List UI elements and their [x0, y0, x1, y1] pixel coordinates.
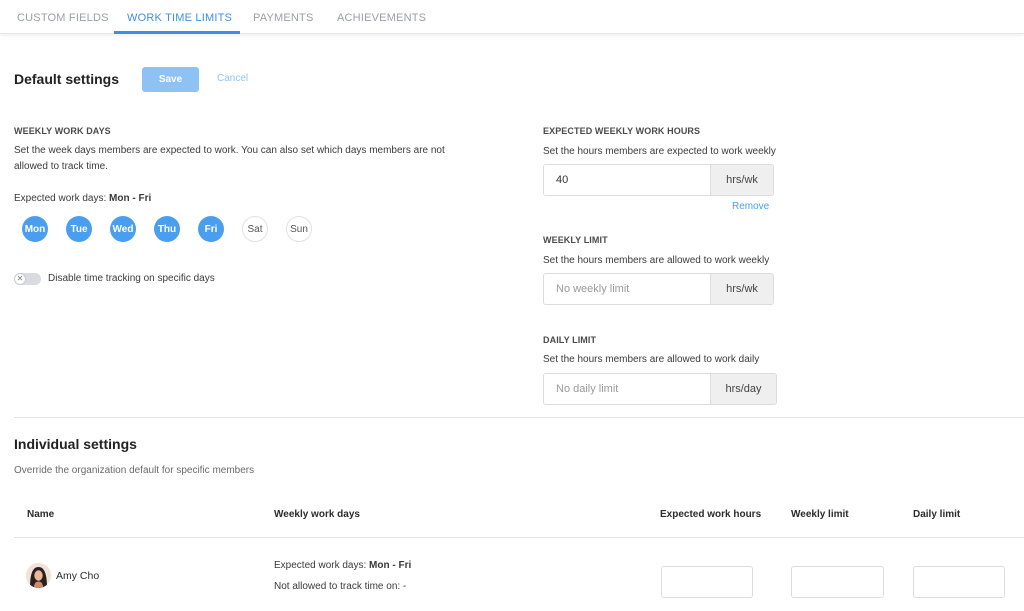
day-fri[interactable]: Fri [198, 216, 224, 242]
active-tab-indicator [114, 31, 240, 34]
tab-custom-fields[interactable]: CUSTOM FIELDS [17, 12, 109, 24]
tab-work-time-limits[interactable]: WORK TIME LIMITS [127, 12, 232, 24]
column-header-daily-limit: Daily limit [913, 509, 961, 520]
tab-bar: CUSTOM FIELDS WORK TIME LIMITS PAYMENTS … [0, 0, 1024, 34]
member-expected-hours-input[interactable] [662, 567, 752, 597]
expected-hours-caption: EXPECTED WEEKLY WORK HOURS [543, 126, 701, 136]
expected-hours-suffix: hrs/wk [710, 165, 773, 195]
weekly-limit-caption: WEEKLY LIMIT [543, 235, 608, 245]
day-tue[interactable]: Tue [66, 216, 92, 242]
member-expected-days: Expected work days: Mon - Fri [274, 560, 411, 571]
individual-settings-title: Individual settings [14, 436, 137, 452]
member-daily-limit-input[interactable] [914, 567, 1004, 597]
weekly-work-days-description: Set the week days members are expected t… [14, 143, 514, 175]
column-header-expected-work-hours: Expected work hours [660, 509, 762, 520]
avatar [26, 563, 51, 588]
default-settings-title: Default settings [14, 71, 120, 87]
member-not-allowed-value: - [402, 581, 407, 592]
weekly-limit-description: Set the hours members are allowed to wor… [543, 255, 770, 266]
disable-tracking-label: Disable time tracking on specific days [48, 273, 215, 284]
expected-hours-group: hrs/wk [543, 164, 774, 196]
cancel-button[interactable]: Cancel [217, 73, 248, 84]
day-sat[interactable]: Sat [242, 216, 268, 242]
expected-work-days: Expected work days: Mon - Fri [14, 191, 151, 207]
column-header-name: Name [27, 509, 55, 520]
day-mon[interactable]: Mon [22, 216, 48, 242]
section-divider [14, 417, 1024, 418]
tab-payments[interactable]: PAYMENTS [253, 12, 313, 24]
avatar-image [26, 563, 51, 588]
tab-achievements[interactable]: ACHIEVEMENTS [337, 12, 426, 24]
remove-link[interactable]: Remove [732, 201, 769, 212]
daily-limit-suffix: hrs/day [710, 374, 776, 404]
member-not-allowed: Not allowed to track time on: - [274, 581, 406, 592]
daily-limit-caption: DAILY LIMIT [543, 335, 597, 345]
member-weekly-limit-group: wk [791, 566, 884, 598]
daily-limit-input[interactable] [544, 374, 710, 404]
weekly-limit-suffix: hrs/wk [710, 274, 773, 304]
member-weekly-limit-input[interactable] [792, 567, 883, 597]
weekly-limit-input[interactable] [544, 274, 710, 304]
weekly-limit-group: hrs/wk [543, 273, 774, 305]
expected-hours-description: Set the hours members are expected to wo… [543, 146, 776, 157]
member-not-allowed-label: Not allowed to track time on: [274, 581, 403, 592]
weekly-work-days-description-line2: allowed to track time. [14, 161, 108, 172]
table-header-divider [14, 537, 1024, 538]
day-wed[interactable]: Wed [110, 216, 136, 242]
column-header-weekly-work-days: Weekly work days [274, 509, 360, 520]
member-daily-limit-group: day [913, 566, 1005, 598]
member-expected-days-value: Mon - Fri [369, 560, 412, 571]
save-button[interactable]: Save [142, 67, 199, 92]
weekly-work-days-description-line1: Set the week days members are expected t… [14, 145, 445, 156]
individual-settings-description: Override the organization default for sp… [14, 465, 255, 476]
disable-tracking-toggle[interactable]: ✕ [14, 273, 41, 285]
column-header-weekly-limit: Weekly limit [791, 509, 849, 520]
expected-work-days-label: Expected work days: [14, 193, 110, 204]
day-sun[interactable]: Sun [286, 216, 312, 242]
member-name[interactable]: Amy Cho [56, 570, 99, 582]
expected-work-days-value: Mon - Fri [109, 193, 152, 204]
daily-limit-group: hrs/day [543, 373, 777, 405]
day-thu[interactable]: Thu [154, 216, 180, 242]
toggle-off-icon: ✕ [14, 273, 26, 285]
daily-limit-description: Set the hours members are allowed to wor… [543, 354, 760, 365]
weekly-work-days-caption: WEEKLY WORK DAYS [14, 126, 111, 136]
member-expected-days-label: Expected work days: [274, 560, 370, 571]
expected-hours-input[interactable] [544, 165, 710, 195]
member-expected-hours-group: wk [661, 566, 753, 598]
